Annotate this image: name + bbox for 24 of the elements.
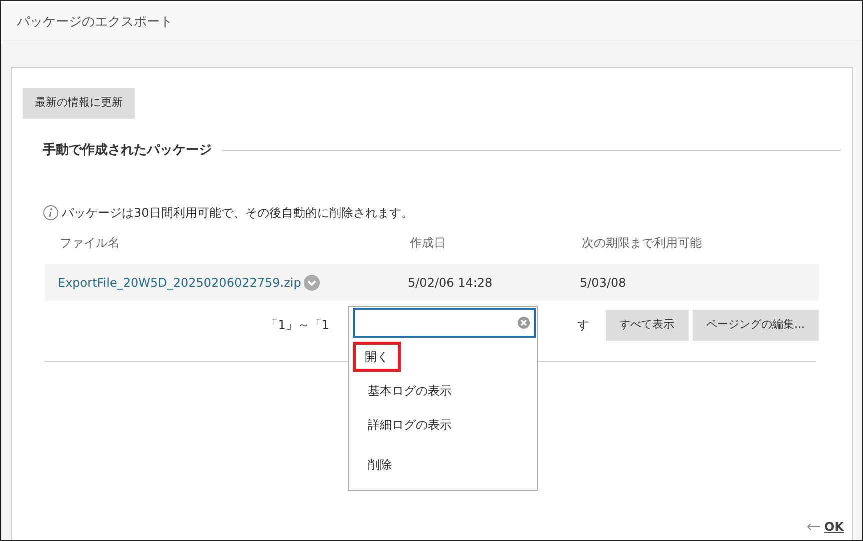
ok-link[interactable]: OK (806, 518, 844, 536)
pagination-text: 「1」～「1 (266, 317, 330, 334)
clear-icon[interactable] (518, 317, 530, 329)
section-title: 手動で作成されたパッケージ (43, 142, 212, 160)
info-icon (43, 205, 59, 221)
file-link[interactable]: ExportFile_20W5D_20250206022759.zip (58, 274, 302, 292)
pagination-text: す (578, 317, 590, 334)
table-cell-text: 5/03/08 (580, 274, 628, 292)
menu-item[interactable]: 開く (353, 342, 401, 372)
column-header: 次の期限まで利用可能 (582, 235, 703, 252)
column-header: 作成日 (410, 235, 447, 252)
info-text: パッケージは30日間利用可能で、その後自動的に削除されます。 (62, 205, 414, 222)
pagination-button[interactable]: ページングの編集... (692, 310, 819, 340)
ok-label: OK (824, 519, 844, 536)
menu-item[interactable]: 削除 (353, 450, 407, 480)
pagination-button[interactable]: すべて表示 (606, 310, 688, 340)
arrow-left-icon (806, 523, 820, 531)
menu-item[interactable]: 詳細ログの表示 (353, 410, 467, 440)
search-field[interactable] (353, 308, 536, 338)
refresh-button[interactable]: 最新の情報に更新 (23, 88, 135, 118)
table-cell-text: 5/02/06 14:28 (408, 274, 494, 292)
chevron-down-icon[interactable] (304, 274, 320, 290)
menu-item[interactable]: 基本ログの表示 (353, 376, 467, 406)
column-header: ファイル名 (60, 235, 121, 252)
